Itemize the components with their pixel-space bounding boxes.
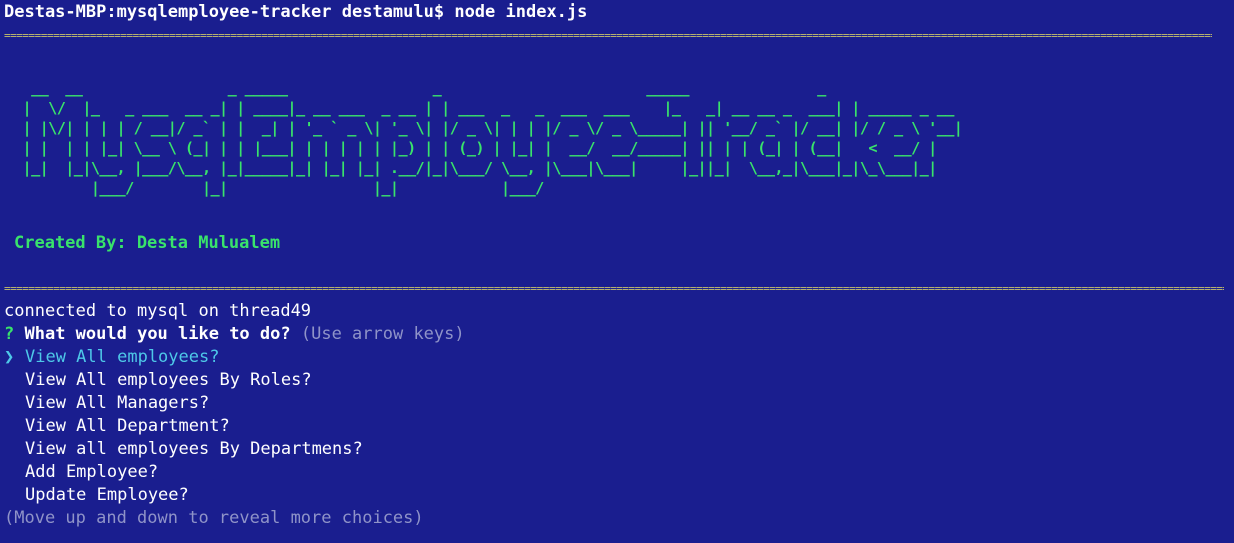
banner-line: | \/ |_ _ ___ __ _| | ____|_ __ ___ _ __… <box>14 99 963 117</box>
choice-update-employee[interactable]: Update Employee? <box>4 484 189 507</box>
choice-view-all-managers[interactable]: View All Managers? <box>4 392 209 415</box>
more-choices-hint: (Move up and down to reveal more choices… <box>4 508 424 528</box>
choice-view-employees-by-roles[interactable]: View All employees By Roles? <box>4 369 312 392</box>
choice-label: View All Department? <box>25 416 230 436</box>
choice-label: View All employees By Roles? <box>25 370 312 390</box>
separator-top: ========================================… <box>4 30 1212 42</box>
choice-add-employee[interactable]: Add Employee? <box>4 461 158 484</box>
pointer-icon: ❯ <box>4 347 15 367</box>
choice-label: View All employees? <box>25 347 220 367</box>
command-prompt: Destas-MBP:mysqlemployee-tracker destamu… <box>4 2 588 22</box>
separator-bottom: ========================================… <box>4 283 1224 295</box>
question-mark-icon: ? <box>4 324 15 344</box>
banner-line: |___/ |_| |_| |___/ <box>14 179 971 197</box>
choice-view-employees-by-departments[interactable]: View all employees By Departmens? <box>4 438 363 461</box>
banner-line: | | | | |_| \__ \ (_| | | |___| | | | | … <box>14 139 963 157</box>
question-hint: (Use arrow keys) <box>300 324 465 344</box>
terminal-window[interactable]: Destas-MBP:mysqlemployee-tracker destamu… <box>0 0 1234 543</box>
choice-label: View all employees By Departmens? <box>25 439 363 459</box>
choice-label: Update Employee? <box>25 485 189 505</box>
banner-line: |_| |_|\__, |___/\__, |_|_____|_| |_| |_… <box>14 159 963 177</box>
choice-label: Add Employee? <box>25 462 159 482</box>
ascii-banner: __ __ _ _____ _ _____ _ | \/ |_ _ ___ __… <box>14 78 971 198</box>
banner-line: | |\/| | | | / __|/ _` | | _| | '_ ` _ \… <box>14 119 963 137</box>
banner-line: __ __ _ _____ _ _____ _ <box>14 79 937 97</box>
choice-view-all-employees[interactable]: ❯ View All employees? <box>4 346 219 369</box>
connection-status: connected to mysql on thread49 <box>4 301 312 321</box>
prompt-question: ? What would you like to do? (Use arrow … <box>4 323 465 346</box>
choice-label: View All Managers? <box>25 393 210 413</box>
credit-text: Created By: Desta Mulualem <box>14 233 281 253</box>
choice-view-all-department[interactable]: View All Department? <box>4 415 230 438</box>
question-text: What would you like to do? <box>24 324 291 344</box>
